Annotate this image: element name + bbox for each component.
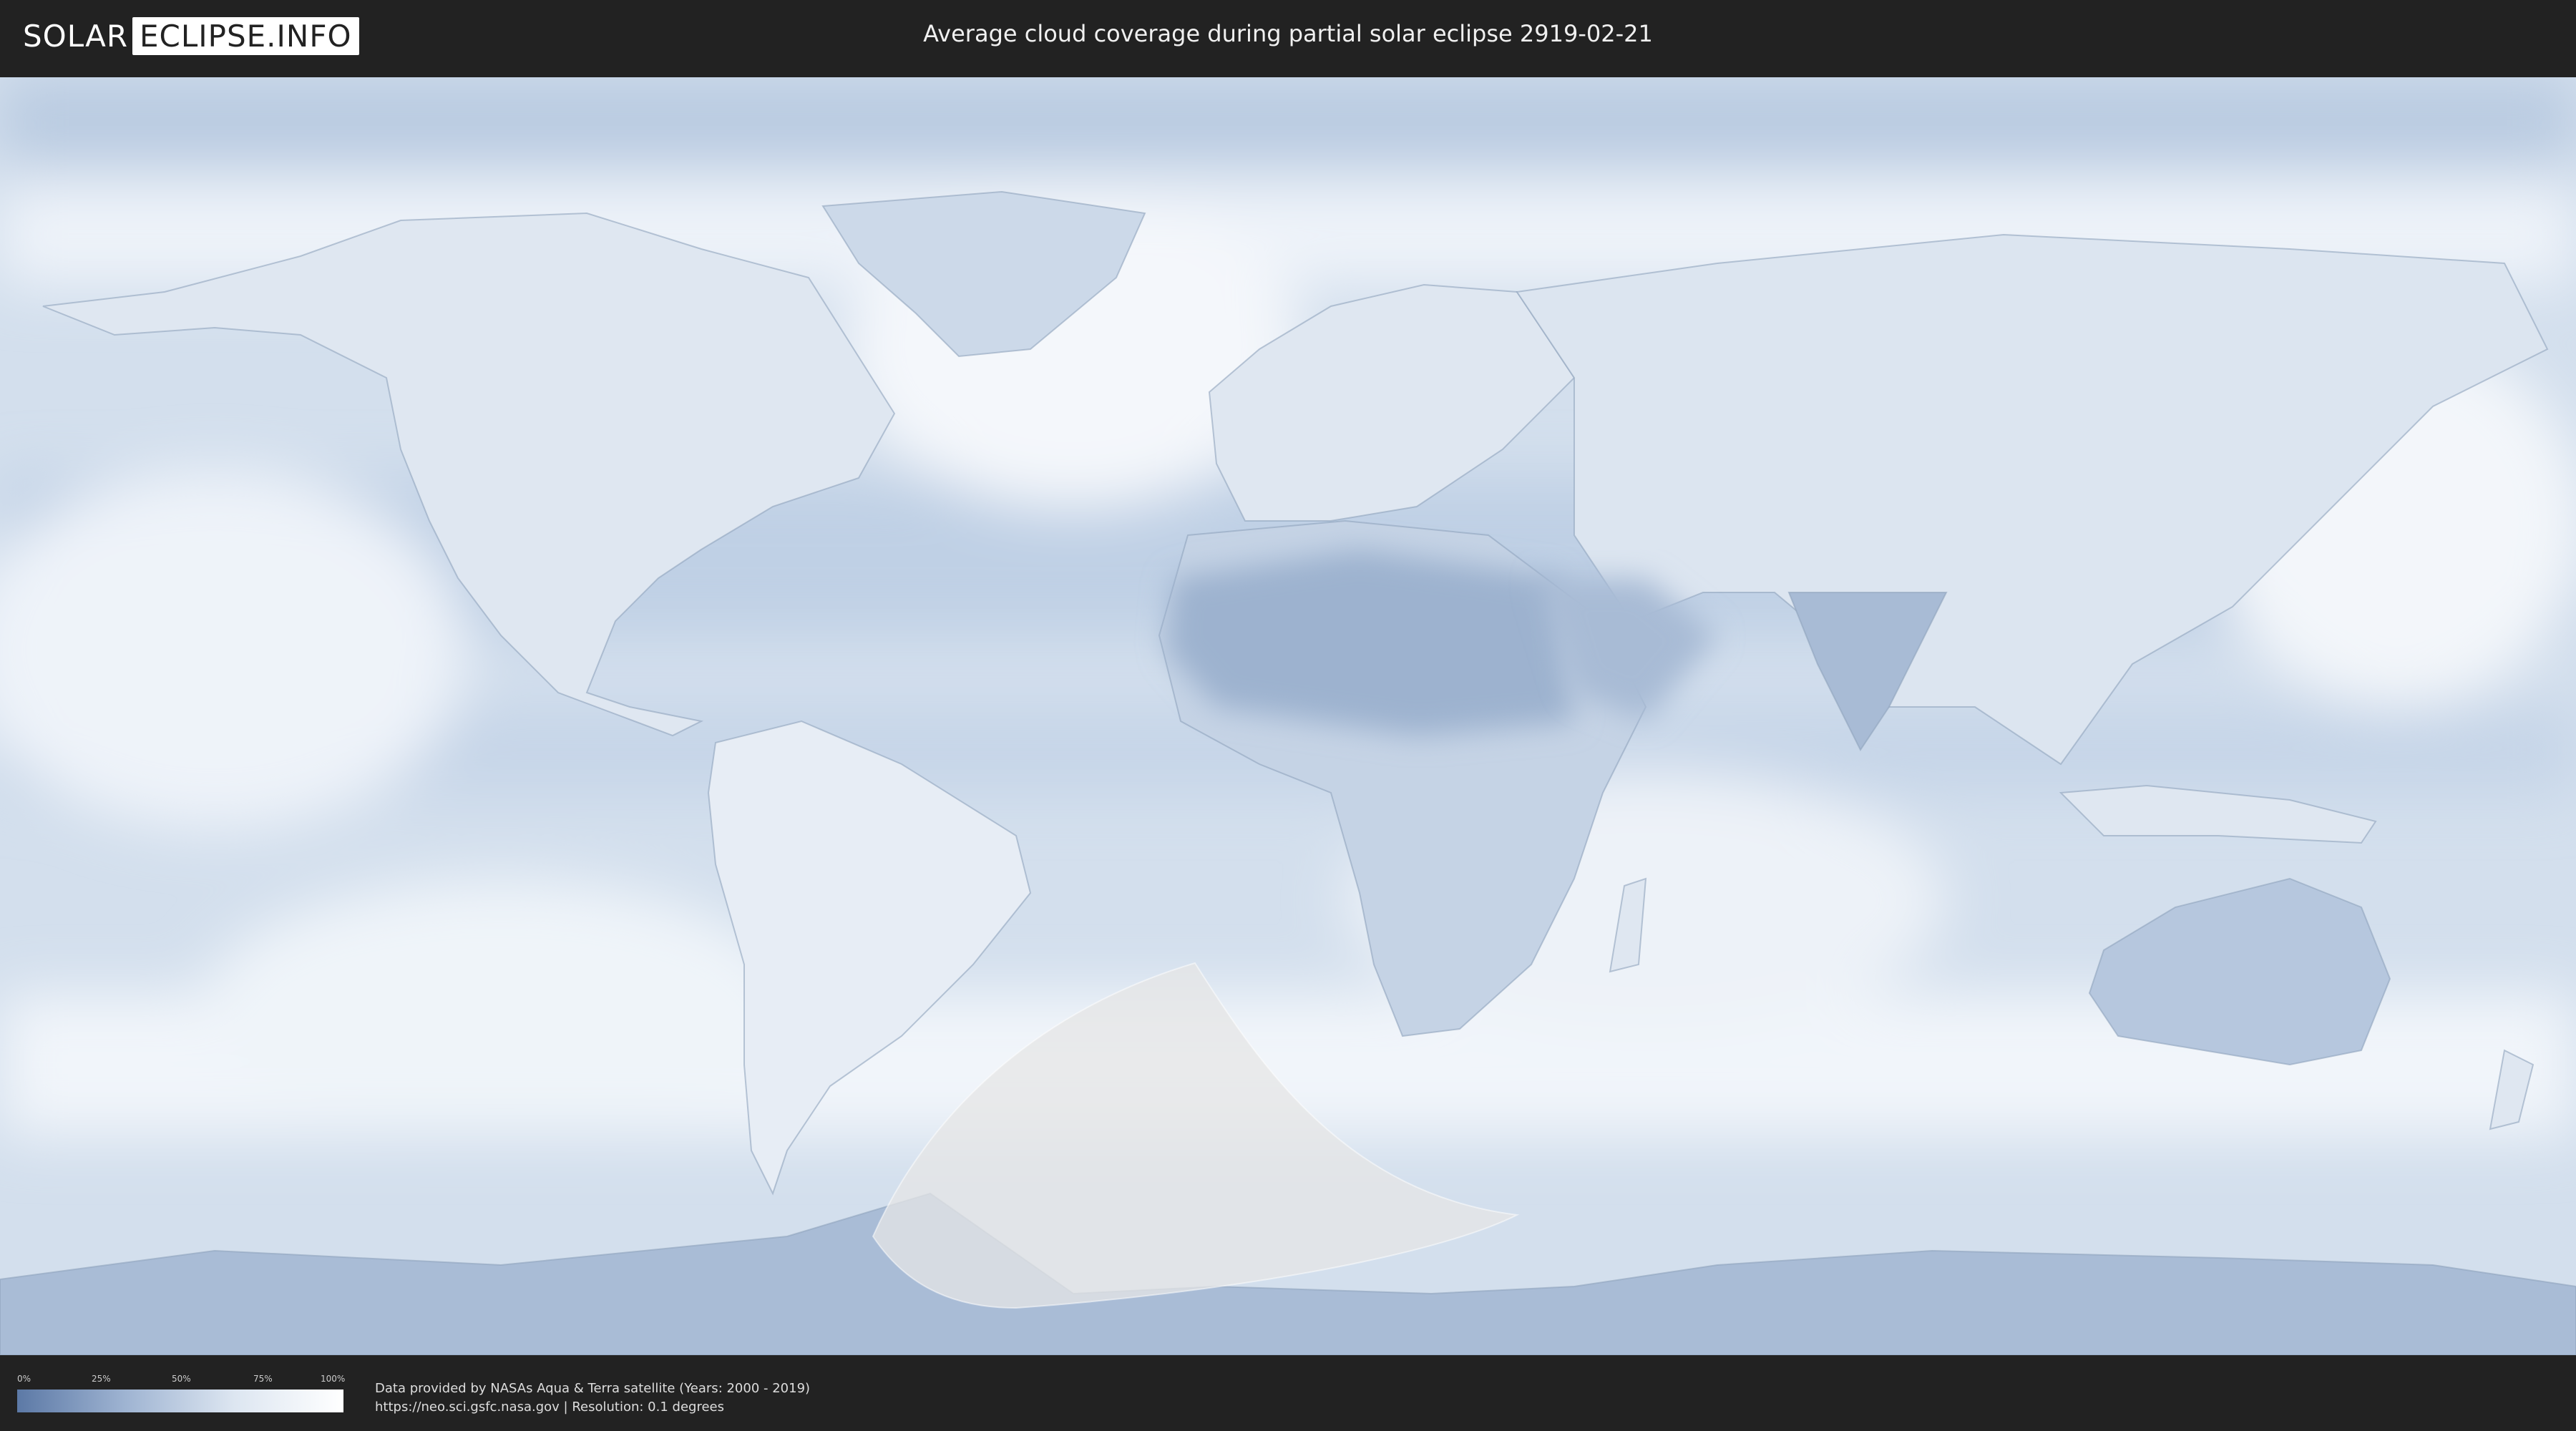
legend-ticks: 0% 25% 50% 75% 100%: [17, 1374, 346, 1385]
header-bar: SOLAR ECLIPSE.INFO Average cloud coverag…: [0, 0, 2576, 72]
legend-tick: 75%: [253, 1374, 273, 1384]
legend-tick: 25%: [92, 1374, 111, 1384]
legend-gradient-bar: [17, 1390, 343, 1412]
legend-tick: 100%: [321, 1374, 346, 1384]
cloud-coverage-map[interactable]: [0, 77, 2576, 1355]
legend-tick: 50%: [172, 1374, 191, 1384]
credits-line-1: Data provided by NASAs Aqua & Terra sate…: [375, 1381, 811, 1396]
footer-bar: 0% 25% 50% 75% 100% Data provided by NAS…: [0, 1355, 2576, 1431]
legend-tick: 0%: [17, 1374, 31, 1384]
cloud-coverage-legend: 0% 25% 50% 75% 100%: [17, 1374, 346, 1412]
page-title: Average cloud coverage during partial so…: [923, 20, 1653, 47]
world-map: [0, 77, 2576, 1355]
credits-line-2[interactable]: https://neo.sci.gsfc.nasa.gov | Resoluti…: [375, 1398, 810, 1417]
sahara: [1166, 550, 1574, 736]
data-credits: Data provided by NASAs Aqua & Terra sate…: [375, 1379, 810, 1417]
